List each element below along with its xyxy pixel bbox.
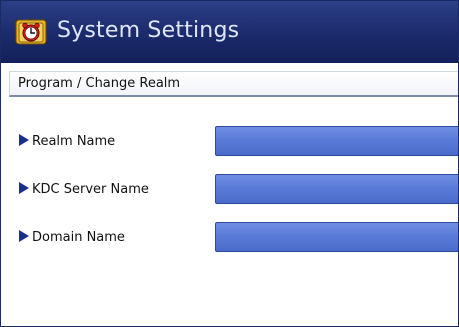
kdc-server-name-row: KDC Server Name <box>9 174 458 206</box>
triangle-right-icon <box>19 230 29 242</box>
page-title-panel: Program / Change Realm <box>9 71 458 97</box>
kdc-server-name-field[interactable] <box>215 174 458 204</box>
realm-name-label-wrap: Realm Name <box>19 132 115 152</box>
realm-name-field[interactable] <box>215 126 458 156</box>
page-title: Program / Change Realm <box>18 76 181 91</box>
realm-name-row: Realm Name <box>9 126 458 158</box>
domain-name-label-wrap: Domain Name <box>19 228 125 248</box>
kdc-server-name-label: KDC Server Name <box>32 182 149 197</box>
kdc-server-name-label-wrap: KDC Server Name <box>19 180 149 200</box>
settings-form: Realm Name KDC Server Name Domain Name <box>9 107 458 326</box>
app-title: System Settings <box>57 18 240 43</box>
domain-name-row: Domain Name <box>9 222 458 254</box>
realm-name-label: Realm Name <box>32 134 116 149</box>
domain-name-label: Domain Name <box>32 230 125 245</box>
title-bar: System Settings <box>1 1 458 64</box>
page-title-bar: Program / Change Realm <box>1 63 458 107</box>
domain-name-field[interactable] <box>215 222 458 252</box>
triangle-right-icon <box>19 134 29 146</box>
triangle-right-icon <box>19 182 29 194</box>
alarm-clock-icon <box>15 19 47 45</box>
app-window: System Settings Program / Change Realm R… <box>0 0 459 327</box>
